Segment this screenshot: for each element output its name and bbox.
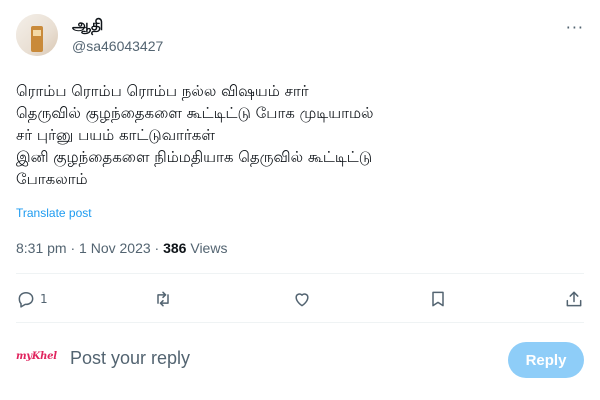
like-action-button[interactable] <box>292 284 312 314</box>
repost-action-button[interactable] <box>153 284 173 314</box>
reply-composer: myKhel Post your reply Reply <box>16 336 584 384</box>
post-meta: 8:31 pm · 1 Nov 2023 · 386 Views <box>16 240 227 256</box>
post-header: ஆதி @sa46043427 ··· <box>16 12 584 66</box>
post-text-line: தெருவில் குழந்தைகளை கூட்டிட்டு போக முடிய… <box>16 104 374 122</box>
repost-icon <box>157 291 169 307</box>
post-time[interactable]: 8:31 pm <box>16 240 67 256</box>
reply-button[interactable]: Reply <box>508 342 584 378</box>
bookmark-icon <box>432 291 444 307</box>
post-text-line: இனி குழந்தைகளை நிம்மதியாக தெருவில் கூட்ட… <box>16 148 373 166</box>
translate-post-link[interactable]: Translate post <box>16 206 92 220</box>
author-handle[interactable]: @sa46043427 <box>72 38 163 54</box>
reply-input[interactable]: Post your reply <box>70 348 450 369</box>
post-text-line: ரொம்ப ரொம்ப ரொம்ப நல்ல விஷயம் சார் <box>16 82 309 100</box>
avatar[interactable] <box>16 14 58 56</box>
reply-count: 1 <box>40 292 48 306</box>
reply-icon <box>18 292 34 308</box>
author-name[interactable]: ஆதி <box>72 16 103 36</box>
views-count: 386 <box>163 240 187 256</box>
bookmark-action-button[interactable] <box>428 284 448 314</box>
reply-action-button[interactable]: 1 <box>16 284 48 314</box>
views-label: Views <box>190 240 228 256</box>
like-icon <box>295 293 309 307</box>
post-text-line: சர் புர்னு பயம் காட்டுவார்கள் <box>16 126 215 144</box>
divider <box>16 322 584 323</box>
meta-separator: · <box>70 240 76 256</box>
more-options-button[interactable]: ··· <box>566 18 584 37</box>
share-action-button[interactable] <box>564 284 584 314</box>
site-logo: myKhel <box>16 351 57 362</box>
post-date[interactable]: 1 Nov 2023 <box>79 240 151 256</box>
post-text: ரொம்ப ரொம்ப ரொம்ப நல்ல விஷயம் சார் தெருவ… <box>16 80 576 190</box>
meta-separator: · <box>154 240 160 256</box>
post-text-line: போகலாம் <box>16 170 88 188</box>
action-bar: 1 <box>16 284 584 314</box>
divider <box>16 273 584 274</box>
share-icon <box>566 291 582 307</box>
